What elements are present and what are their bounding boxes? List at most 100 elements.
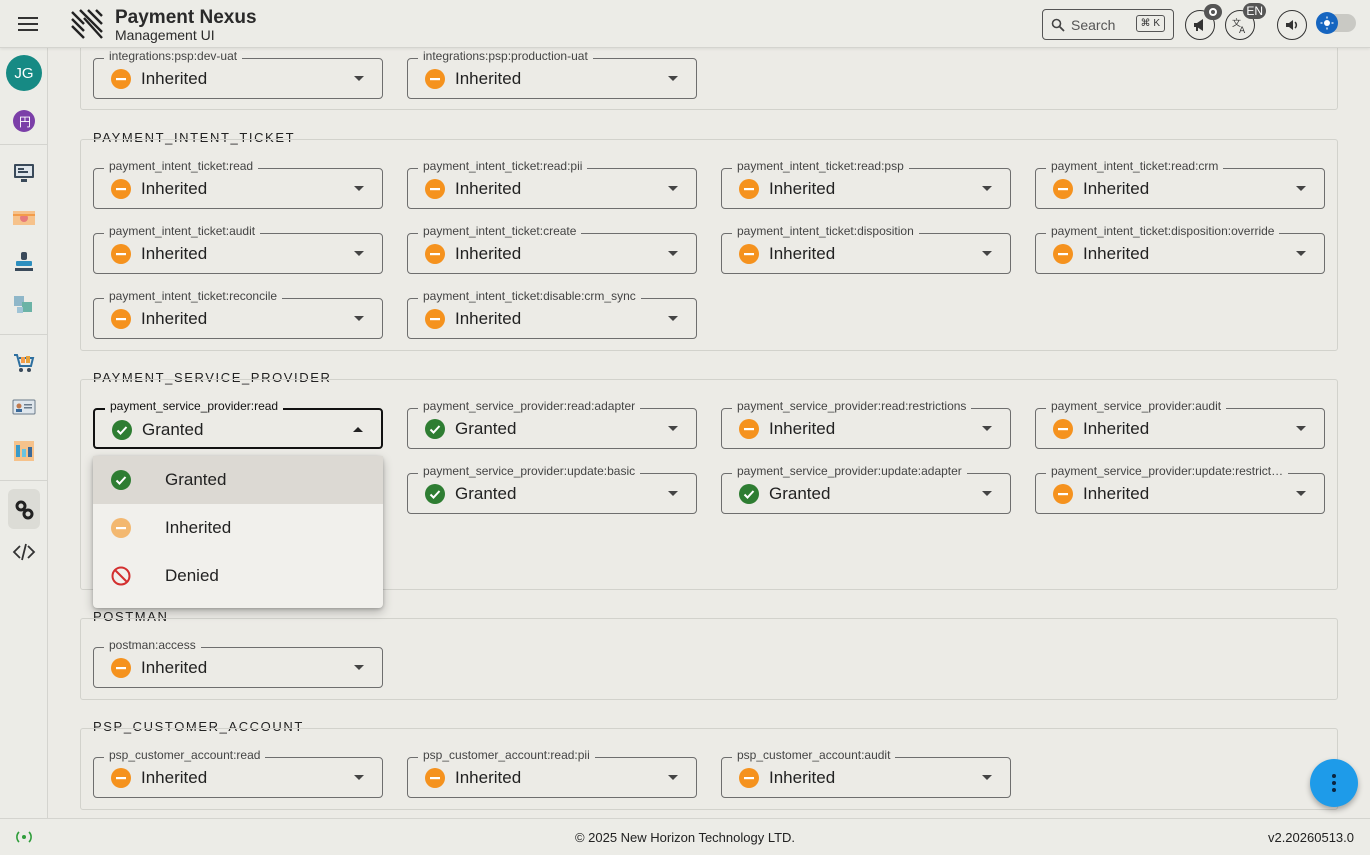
permission-select[interactable]: psp_customer_account:audit Inherited	[721, 748, 1011, 798]
sidebar-item-approvals[interactable]	[12, 250, 36, 274]
sidebar-item-reports[interactable]	[12, 439, 36, 463]
minus-circle-icon	[111, 244, 131, 264]
sidebar-item-customers[interactable]	[12, 395, 36, 419]
permission-select[interactable]: payment_intent_ticket:create Inherited	[407, 224, 697, 274]
permission-value: Inherited	[769, 768, 836, 787]
permission-value: Inherited	[455, 309, 522, 328]
minus-circle-icon	[111, 69, 131, 89]
permission-value: Inherited	[141, 658, 208, 677]
minus-circle-icon	[1053, 419, 1073, 439]
permission-label: psp_customer_account:read	[104, 748, 266, 762]
permission-value: Inherited	[455, 768, 522, 787]
menu-icon[interactable]	[14, 12, 42, 36]
permission-label: integrations:psp:dev-uat	[104, 49, 243, 63]
minus-circle-icon	[1053, 484, 1073, 504]
sidebar-item-tenant[interactable]: 円	[12, 109, 36, 133]
permission-select[interactable]: postman:access Inherited	[93, 638, 383, 688]
permission-select[interactable]: payment_service_provider:update:basic Gra…	[407, 464, 697, 514]
payments-icon	[13, 211, 35, 225]
permission-select[interactable]: payment_intent_ticket:disposition:overri…	[1035, 224, 1325, 274]
permission-label: payment_intent_ticket:reconcile	[104, 289, 283, 303]
chevron-down-icon	[354, 186, 364, 191]
sidebar-item-integrations[interactable]	[12, 293, 36, 317]
permission-select[interactable]: psp_customer_account:read Inherited	[93, 748, 383, 798]
sun-icon	[1316, 12, 1338, 34]
permission-select[interactable]: payment_intent_ticket:disposition Inherit…	[721, 224, 1011, 274]
permission-select[interactable]: payment_intent_ticket:read Inherited	[93, 159, 383, 209]
permission-label: payment_service_provider:update:restrict…	[1046, 464, 1289, 478]
permission-select[interactable]: payment_intent_ticket:reconcile Inherited	[93, 289, 383, 339]
menu-item-denied[interactable]: Denied	[93, 552, 383, 600]
permission-label: payment_intent_ticket:disposition	[732, 224, 919, 238]
footer: © 2025 New Horizon Technology LTD. v2.20…	[0, 818, 1370, 855]
search-button[interactable]: Search ⌘ K	[1042, 9, 1174, 40]
permission-select[interactable]: payment_service_provider:read Granted	[93, 399, 383, 449]
permission-select[interactable]: payment_intent_ticket:audit Inherited	[93, 224, 383, 274]
status-icon	[111, 518, 131, 538]
sound-button[interactable]	[1277, 10, 1307, 40]
status-icon	[425, 179, 445, 199]
permission-select[interactable]: payment_service_provider:read:adapter Gra…	[407, 399, 697, 449]
app-subtitle: Management UI	[115, 27, 215, 43]
sidebar-item-dashboard[interactable]	[12, 161, 36, 185]
permission-select[interactable]: payment_intent_ticket:read:crm Inherited	[1035, 159, 1325, 209]
reports-icon	[14, 441, 34, 461]
permission-select[interactable]: payment_service_provider:update:restrict…	[1035, 464, 1325, 514]
sidebar: JG 円	[0, 48, 48, 818]
check-circle-icon	[425, 419, 445, 439]
sidebar-item-developer[interactable]	[12, 540, 36, 564]
status-icon	[739, 179, 759, 199]
menu-item-label: Denied	[165, 566, 219, 585]
app-title: Payment Nexus	[115, 7, 257, 28]
minus-circle-icon	[739, 419, 759, 439]
status-icon	[112, 420, 132, 440]
chevron-down-icon	[668, 316, 678, 321]
status-icon	[111, 566, 131, 586]
sidebar-item-shop[interactable]	[12, 351, 36, 375]
status-icon	[739, 244, 759, 264]
permission-value: Inherited	[141, 309, 208, 328]
chevron-down-icon	[668, 491, 678, 496]
minus-circle-icon	[739, 244, 759, 264]
chevron-down-icon	[668, 76, 678, 81]
permission-label: psp_customer_account:audit	[732, 748, 896, 762]
permission-select[interactable]: payment_service_provider:read:restrictio…	[721, 399, 1011, 449]
permission-select[interactable]: payment_service_provider:audit Inherited	[1035, 399, 1325, 449]
minus-circle-icon	[111, 768, 131, 788]
permission-label: payment_service_provider:read:restrictio…	[732, 399, 972, 413]
chevron-down-icon	[982, 775, 992, 780]
chevron-down-icon	[1296, 186, 1306, 191]
permission-select[interactable]: payment_intent_ticket:disable:crm_sync In…	[407, 289, 697, 339]
menu-item-label: Granted	[165, 470, 227, 489]
status-icon	[1053, 419, 1073, 439]
more-actions-button[interactable]	[1310, 759, 1358, 807]
permission-select[interactable]: payment_service_provider:update:adapter G…	[721, 464, 1011, 514]
menu-item-granted[interactable]: Granted	[93, 456, 383, 504]
minus-circle-icon	[425, 309, 445, 329]
language-button[interactable]: 文A EN	[1225, 3, 1266, 40]
announcements-button[interactable]	[1185, 4, 1222, 40]
permission-select[interactable]: payment_intent_ticket:read:psp Inherited	[721, 159, 1011, 209]
check-circle-icon	[425, 484, 445, 504]
permission-select[interactable]: integrations:psp:dev-uat Inherited	[93, 49, 383, 99]
status-icon	[1053, 179, 1073, 199]
check-circle-icon	[111, 470, 131, 490]
permission-select[interactable]: psp_customer_account:read:pii Inherited	[407, 748, 697, 798]
permission-value: Inherited	[769, 244, 836, 263]
permission-value: Inherited	[1083, 419, 1150, 438]
sidebar-item-settings[interactable]	[12, 498, 36, 522]
avatar[interactable]: JG	[6, 55, 42, 91]
permission-label: integrations:psp:production-uat	[418, 49, 593, 63]
volume-icon	[1286, 20, 1298, 30]
menu-item-inherited[interactable]: Inherited	[93, 504, 383, 552]
minus-circle-icon	[111, 309, 131, 329]
tenant-icon: 円	[13, 110, 35, 132]
svg-text:A: A	[1239, 26, 1246, 34]
permission-select[interactable]: payment_intent_ticket:read:pii Inherited	[407, 159, 697, 209]
theme-toggle[interactable]	[1316, 12, 1356, 34]
permission-select[interactable]: integrations:psp:production-uat Inherited	[407, 49, 697, 99]
sidebar-item-payments[interactable]	[12, 206, 36, 230]
gears-icon	[15, 500, 34, 520]
chevron-down-icon	[668, 186, 678, 191]
status-icon	[425, 419, 445, 439]
